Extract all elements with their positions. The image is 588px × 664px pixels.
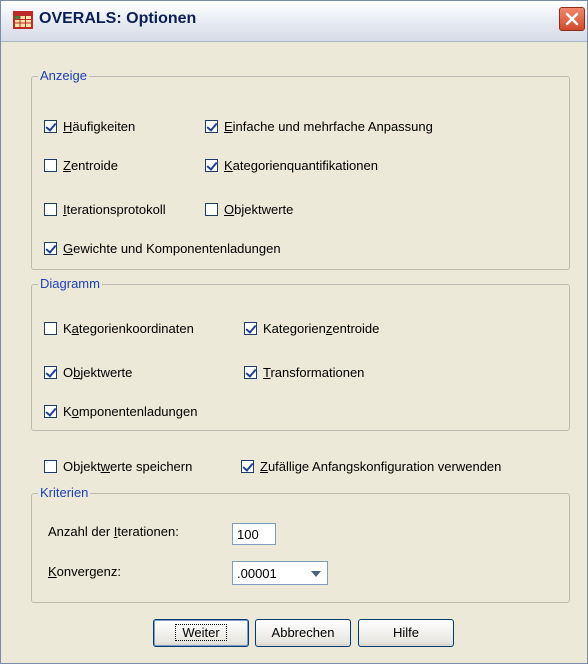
checkbox-category-quantifications-box[interactable] <box>205 159 218 172</box>
checkbox-single-multiple-fit[interactable]: Einfache und mehrfache Anpassung <box>205 119 433 134</box>
convergence-label: Konvergenz: <box>48 564 121 579</box>
checkbox-category-centroids-box[interactable] <box>244 322 257 335</box>
checkbox-category-coordinates[interactable]: Kategorienkoordinaten <box>44 321 194 336</box>
continue-button[interactable]: Weiter <box>153 619 249 647</box>
window-title: OVERALS: Optionen <box>39 10 197 27</box>
checkbox-category-quantifications[interactable]: Kategorienquantifikationen <box>205 158 378 173</box>
iterations-label: Anzahl der Iterationen: <box>48 524 179 539</box>
checkbox-component-loadings-box[interactable] <box>44 405 57 418</box>
checkbox-component-loadings[interactable]: Komponentenladungen <box>44 404 197 419</box>
checkbox-centroids[interactable]: Zentroide <box>44 158 118 173</box>
plot-legend: Diagramm <box>38 276 102 291</box>
checkbox-frequencies[interactable]: Häufigkeiten <box>44 119 135 134</box>
checkbox-object-scores-display[interactable]: Objektwerte <box>205 202 293 217</box>
checkbox-random-initial-config-box[interactable] <box>241 460 254 473</box>
chevron-down-icon[interactable] <box>311 571 321 577</box>
checkbox-single-multiple-fit-box[interactable] <box>205 120 218 133</box>
convergence-value: .00001 <box>237 566 277 581</box>
checkbox-object-scores-plot-box[interactable] <box>44 366 57 379</box>
options-dialog: OVERALS: Optionen Anzeige Häufigkeiten Z… <box>0 0 588 664</box>
display-legend: Anzeige <box>38 68 89 83</box>
checkbox-object-scores-display-box[interactable] <box>205 203 218 216</box>
checkbox-object-scores-plot[interactable]: Objektwerte <box>44 365 132 380</box>
checkbox-weights-loadings[interactable]: Gewichte und Komponentenladungen <box>44 241 281 256</box>
criteria-group: Kriterien <box>31 485 570 603</box>
convergence-select[interactable]: .00001 <box>232 561 328 585</box>
criteria-legend: Kriterien <box>38 485 91 500</box>
checkbox-save-object-scores-box[interactable] <box>44 460 57 473</box>
checkbox-weights-loadings-box[interactable] <box>44 242 57 255</box>
title-bar: OVERALS: Optionen <box>1 1 587 42</box>
cancel-button[interactable]: Abbrechen <box>255 619 351 647</box>
checkbox-iteration-history[interactable]: Iterationsprotokoll <box>44 202 166 217</box>
checkbox-iteration-history-box[interactable] <box>44 203 57 216</box>
checkbox-random-initial-config[interactable]: Zufällige Anfangskonfiguration verwenden <box>241 459 501 474</box>
checkbox-centroids-box[interactable] <box>44 159 57 172</box>
checkbox-frequencies-box[interactable] <box>44 120 57 133</box>
checkbox-transformations[interactable]: Transformationen <box>244 365 364 380</box>
checkbox-category-centroids[interactable]: Kategorienzentroide <box>244 321 379 336</box>
close-icon <box>565 12 579 26</box>
iterations-input[interactable]: 100 <box>232 523 276 545</box>
checkbox-transformations-box[interactable] <box>244 366 257 379</box>
close-button[interactable] <box>559 7 585 31</box>
checkbox-save-object-scores[interactable]: Objektwerte speichern <box>44 459 192 474</box>
help-button[interactable]: Hilfe <box>358 619 454 647</box>
spreadsheet-icon <box>13 11 33 29</box>
checkbox-category-coordinates-box[interactable] <box>44 322 57 335</box>
